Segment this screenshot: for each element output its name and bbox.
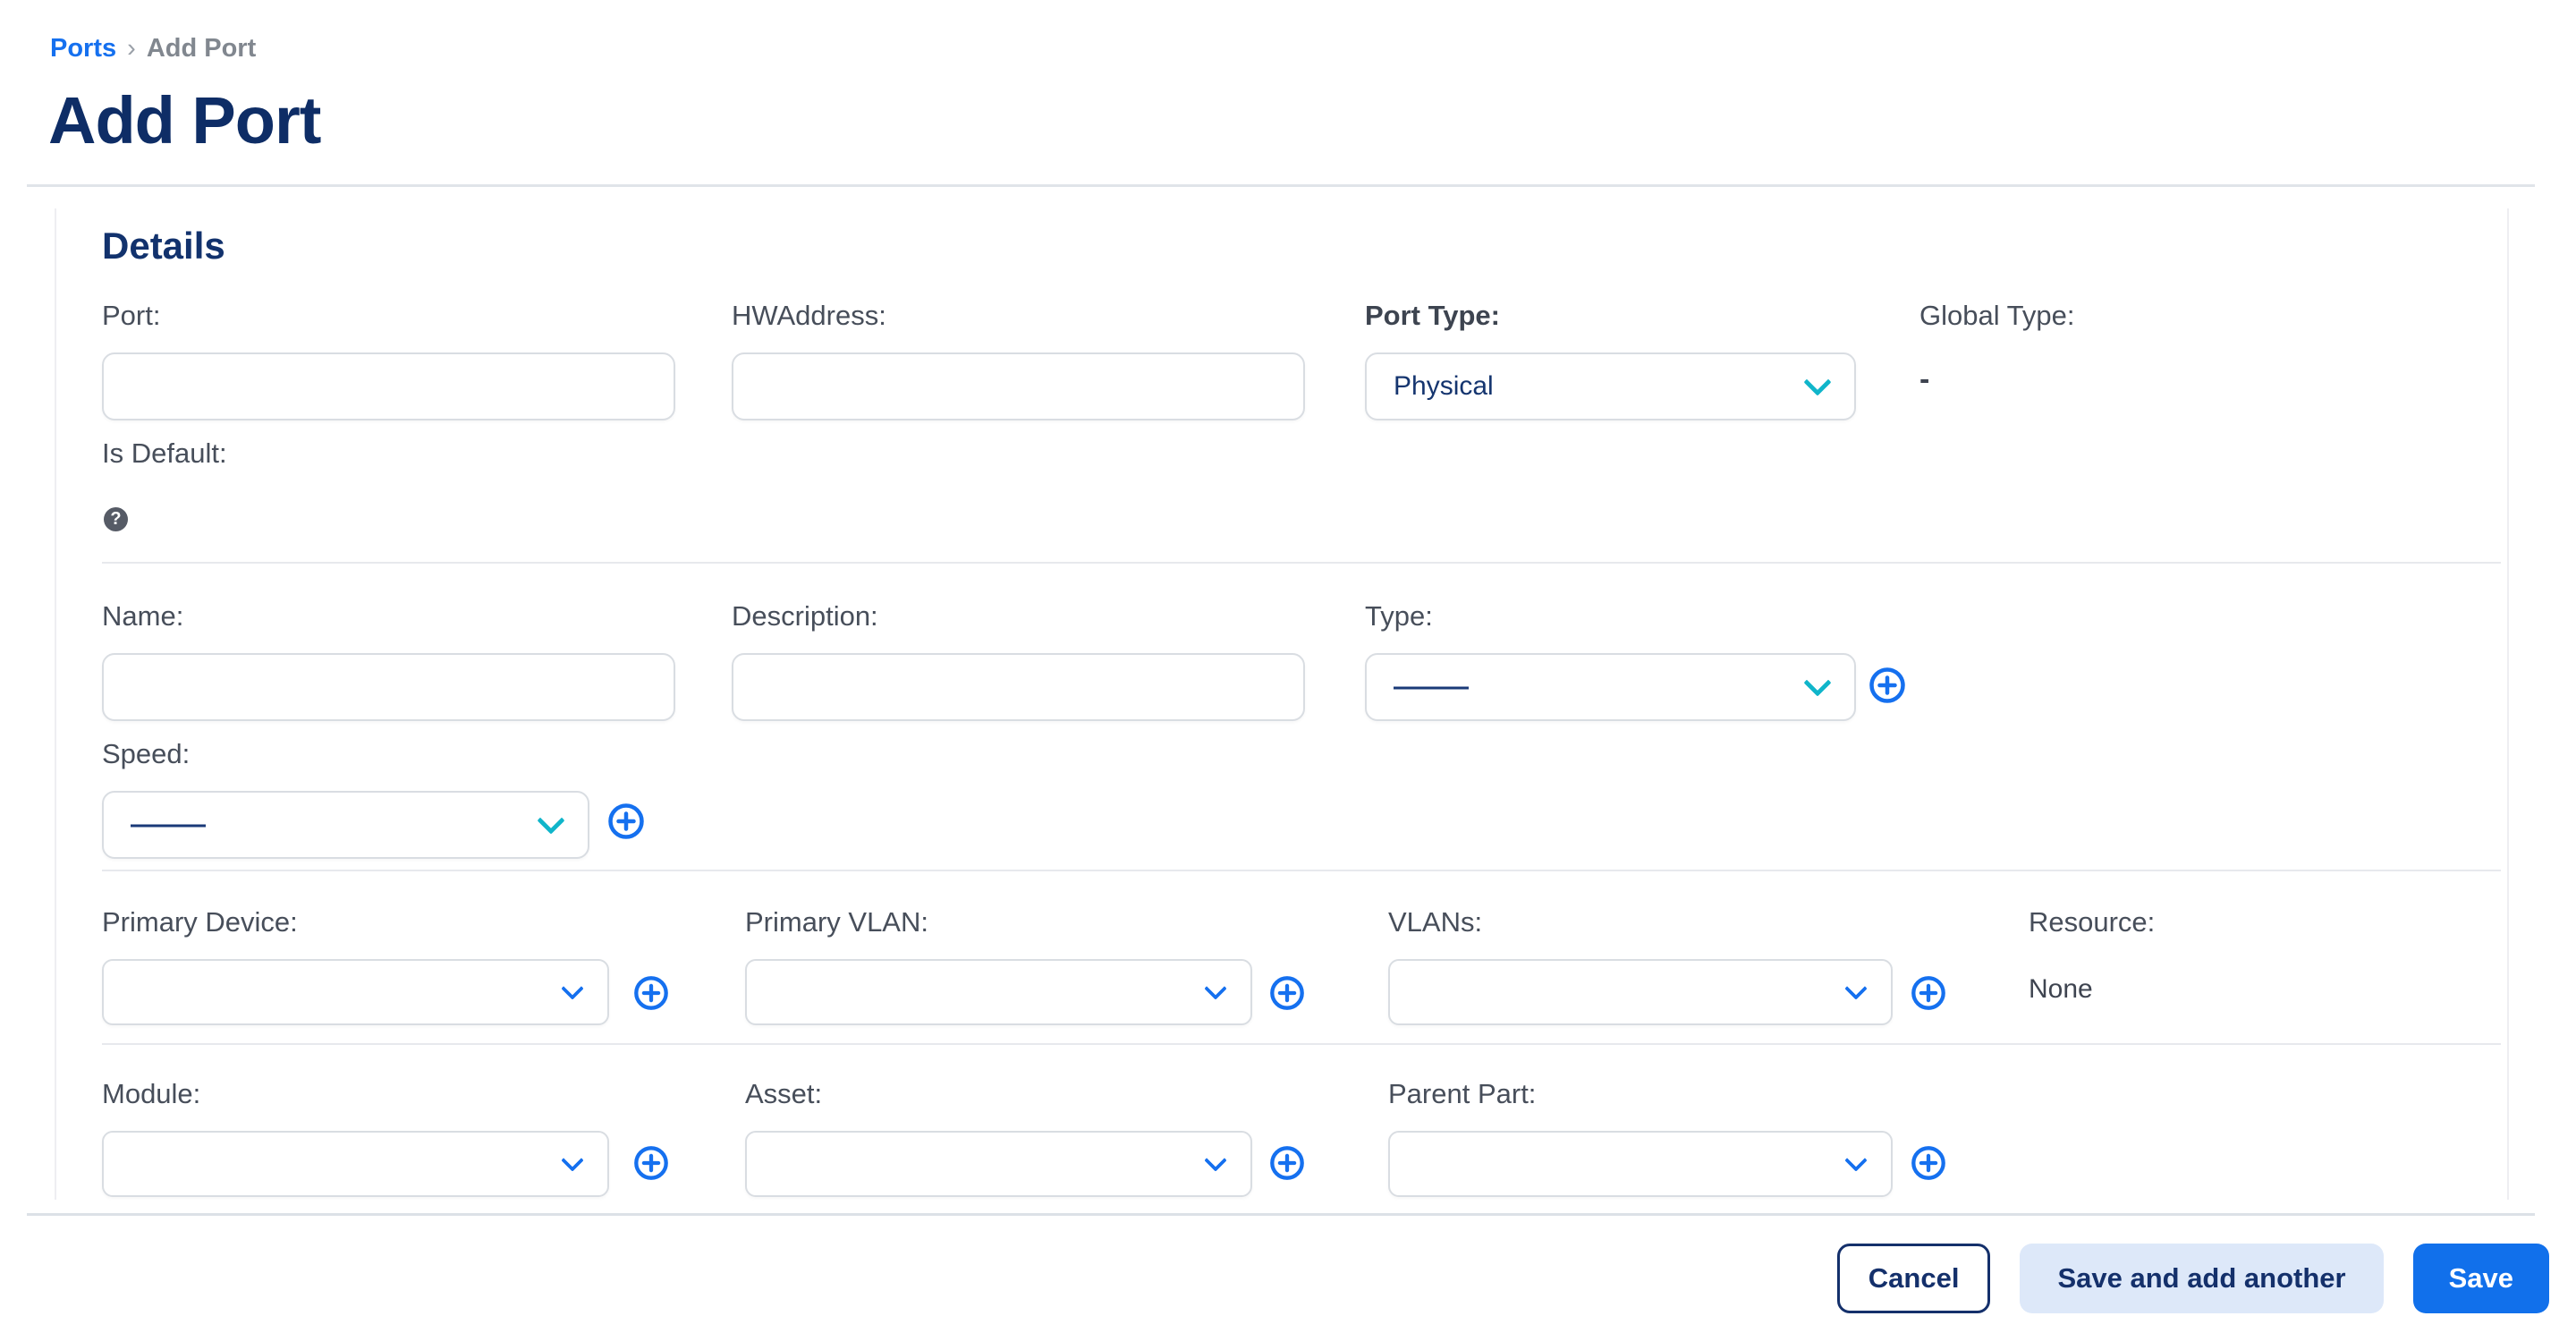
add-primary-vlan-button[interactable] [1268,973,1308,1013]
page-title: Add Port [48,82,320,158]
module-label: Module: [102,1079,200,1109]
header-divider [27,184,2535,187]
chevron-down-icon [564,1164,580,1180]
vlans-label: VLANs: [1388,907,1482,938]
plus-circle-icon [632,1144,670,1182]
add-module-button[interactable] [632,1143,672,1183]
plus-circle-icon [606,802,646,841]
port-type-select[interactable]: Physical [1365,352,1856,420]
chevron-down-icon [1848,992,1864,1008]
module-select[interactable] [102,1131,609,1197]
save-button[interactable]: Save [2413,1244,2549,1313]
speed-label: Speed: [102,739,190,769]
chevron-down-icon [1208,1164,1224,1180]
primary-vlan-label: Primary VLAN: [745,907,928,938]
plus-circle-icon [1268,974,1306,1012]
add-parent-part-button[interactable] [1910,1143,1949,1183]
port-type-value: Physical [1394,371,1494,402]
add-asset-button[interactable] [1268,1143,1308,1183]
type-select[interactable]: ——— [1365,653,1856,721]
section-divider [102,562,2501,564]
cancel-button[interactable]: Cancel [1837,1244,1991,1313]
chevron-down-icon [1808,386,1827,406]
breadcrumb-separator: › [127,34,136,64]
speed-value: ——— [131,810,203,840]
primary-vlan-select[interactable] [745,959,1252,1025]
add-type-button[interactable] [1868,666,1907,705]
section-divider [102,1043,2501,1045]
plus-circle-icon [1910,1144,1947,1182]
plus-circle-icon [1868,666,1907,705]
resource-value: None [2029,974,2093,1005]
section-title: Details [102,225,225,267]
plus-circle-icon [1268,1144,1306,1182]
breadcrumb: Ports › Add Port [50,34,256,64]
resource-label: Resource: [2029,907,2155,938]
port-type-label: Port Type: [1365,301,1500,331]
breadcrumb-link-ports[interactable]: Ports [50,34,116,64]
details-panel: Details Port: HWAddress: Port Type: Phys… [55,208,2509,1200]
add-speed-button[interactable] [606,802,646,841]
type-label: Type: [1365,601,1433,632]
description-input[interactable] [732,653,1305,721]
help-icon[interactable]: ? [104,507,128,531]
chevron-down-icon [1808,687,1827,707]
footer-actions: Cancel Save and add another Save [1837,1244,2549,1313]
chevron-down-icon [1848,1164,1864,1180]
add-vlan-button[interactable] [1910,973,1949,1013]
footer-divider [27,1213,2535,1216]
is-default-label: Is Default: [102,438,227,469]
plus-circle-icon [1910,974,1947,1012]
save-and-add-another-button[interactable]: Save and add another [2020,1244,2383,1313]
type-value: ——— [1394,672,1466,702]
asset-select[interactable] [745,1131,1252,1197]
hwaddress-label: HWAddress: [732,301,886,331]
description-label: Description: [732,601,878,632]
global-type-value: - [1919,362,1929,397]
name-input[interactable] [102,653,675,721]
vlans-select[interactable] [1388,959,1893,1025]
port-label: Port: [102,301,160,331]
section-divider [102,870,2501,871]
plus-circle-icon [632,974,670,1012]
breadcrumb-current: Add Port [147,34,256,64]
asset-label: Asset: [745,1079,822,1109]
add-primary-device-button[interactable] [632,973,672,1013]
speed-select[interactable]: ——— [102,791,589,859]
chevron-down-icon [541,825,561,845]
chevron-down-icon [1208,992,1224,1008]
parent-part-select[interactable] [1388,1131,1893,1197]
primary-device-label: Primary Device: [102,907,298,938]
primary-device-select[interactable] [102,959,609,1025]
global-type-label: Global Type: [1919,301,2074,331]
chevron-down-icon [564,992,580,1008]
parent-part-label: Parent Part: [1388,1079,1536,1109]
port-input[interactable] [102,352,675,420]
name-label: Name: [102,601,183,632]
hwaddress-input[interactable] [732,352,1305,420]
